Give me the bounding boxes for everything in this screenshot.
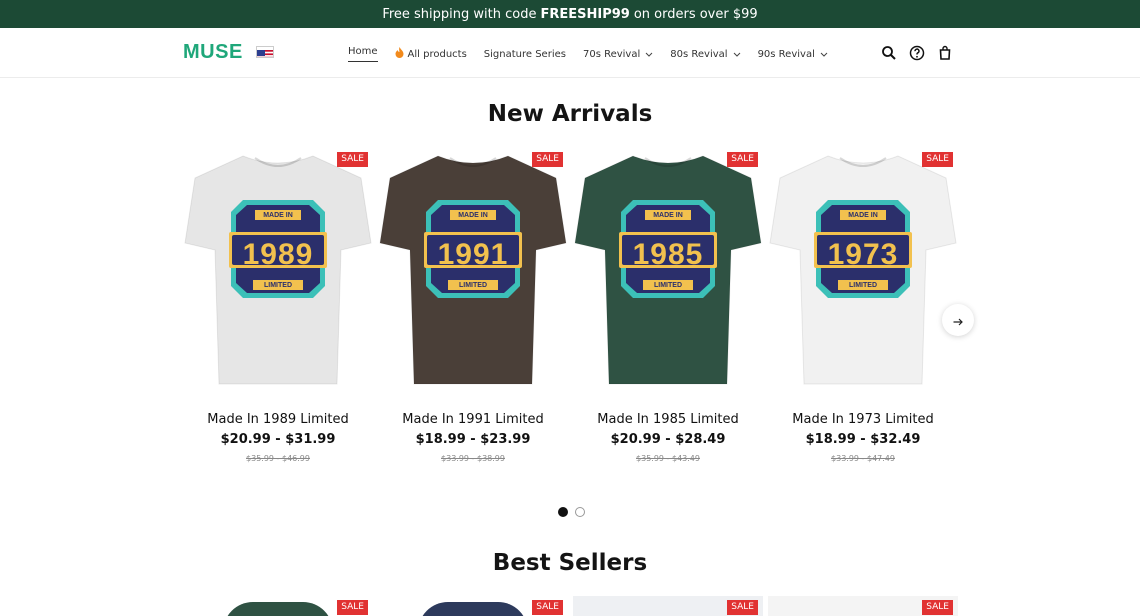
nav-80s-revival[interactable]: 80s Revival xyxy=(670,46,740,62)
announcement-bar: Free shipping with code FREESHIP99 on or… xyxy=(0,0,1140,28)
nav-home-label: Home xyxy=(348,46,378,57)
product-name[interactable]: Made In 1985 Limited xyxy=(573,412,763,427)
sale-badge: SALE xyxy=(727,152,758,167)
product-name[interactable]: Made In 1989 Limited xyxy=(183,412,373,427)
nav-90s-revival[interactable]: 90s Revival xyxy=(758,46,828,62)
product-compare-price: $33.99 - $47.49 xyxy=(831,454,895,463)
nav-all-products[interactable]: All products xyxy=(395,46,467,62)
nav-signature-series-label: Signature Series xyxy=(483,48,566,60)
product-price: $20.99 - $31.99 xyxy=(220,432,336,447)
sale-badge: SALE xyxy=(922,600,953,615)
chevron-down-icon xyxy=(645,49,653,60)
product-compare-price: $35.99 - $46.99 xyxy=(246,454,310,463)
product-image[interactable]: 1991 MADE IN LIMITED xyxy=(378,148,568,396)
search-icon[interactable] xyxy=(881,45,897,61)
nav-70s-revival-label: 70s Revival xyxy=(582,48,641,60)
new-arrivals-title: New Arrivals xyxy=(487,101,653,127)
cart-icon[interactable] xyxy=(937,45,953,61)
best-seller-card[interactable]: SALE xyxy=(768,596,958,616)
emblem-made-in: MADE IN xyxy=(848,212,878,219)
nav-all-products-label: All products xyxy=(407,48,467,60)
carousel-dot-1[interactable] xyxy=(558,507,568,517)
tshirt-image xyxy=(418,602,528,616)
product-image[interactable]: 1985 MADE IN LIMITED xyxy=(573,148,763,396)
header-icons xyxy=(881,45,965,61)
product-compare-price: $35.99 - $43.49 xyxy=(636,454,700,463)
emblem-year: 1989 xyxy=(242,238,314,271)
sale-badge: SALE xyxy=(727,600,758,615)
main-nav: Home All products Signature Series 70s R… xyxy=(348,46,845,62)
site-header: MUSE Home All products Signature Series … xyxy=(0,28,1140,78)
carousel-next-button[interactable] xyxy=(942,304,974,336)
fire-icon xyxy=(395,47,404,61)
emblem-limited: LIMITED xyxy=(264,282,292,289)
best-sellers-title: Best Sellers xyxy=(492,550,648,576)
sale-badge: SALE xyxy=(337,152,368,167)
emblem-made-in: MADE IN xyxy=(653,212,683,219)
product-image[interactable]: 1989 MADE IN LIMITED xyxy=(183,148,373,396)
product-price: $20.99 - $28.49 xyxy=(610,432,726,447)
carousel-dot-2[interactable] xyxy=(575,507,585,517)
product-name[interactable]: Made In 1991 Limited xyxy=(378,412,568,427)
announcement-suffix: on orders over $99 xyxy=(633,6,758,22)
emblem-made-in: MADE IN xyxy=(458,212,488,219)
emblem-year: 1991 xyxy=(437,238,509,271)
product-price: $18.99 - $23.99 xyxy=(415,432,531,447)
tshirt-image xyxy=(184,155,372,385)
product-image[interactable]: 1973 MADE IN LIMITED xyxy=(768,148,958,396)
product-name[interactable]: Made In 1973 Limited xyxy=(768,412,958,427)
product-compare-price: $33.99 - $38.99 xyxy=(441,454,505,463)
announcement-prefix: Free shipping with code xyxy=(382,6,537,22)
best-seller-card[interactable]: SALE xyxy=(183,596,373,616)
nav-80s-revival-label: 80s Revival xyxy=(670,48,728,60)
emblem-limited: LIMITED xyxy=(459,282,487,289)
emblem-limited: LIMITED xyxy=(849,282,877,289)
nav-70s-revival[interactable]: 70s Revival xyxy=(583,46,653,62)
arrow-right-icon xyxy=(953,311,963,330)
emblem-limited: LIMITED xyxy=(654,282,682,289)
promo-code: FREESHIP99 xyxy=(540,6,630,22)
nav-90s-revival-label: 90s Revival xyxy=(757,48,815,60)
emblem-year: 1973 xyxy=(827,238,899,271)
best-seller-card[interactable]: SALE xyxy=(378,596,568,616)
sale-badge: SALE xyxy=(532,600,563,615)
nav-signature-series[interactable]: Signature Series xyxy=(484,46,566,62)
sale-badge: SALE xyxy=(922,152,953,167)
tshirt-image xyxy=(379,155,567,385)
sale-badge: SALE xyxy=(532,152,563,167)
us-flag-icon[interactable] xyxy=(256,46,274,58)
help-icon[interactable] xyxy=(909,45,925,61)
sale-badge: SALE xyxy=(337,600,368,615)
tshirt-image xyxy=(769,155,957,385)
chevron-down-icon xyxy=(820,49,828,60)
product-price: $18.99 - $32.49 xyxy=(805,432,921,447)
tshirt-image xyxy=(574,155,762,385)
nav-home[interactable]: Home xyxy=(348,46,378,62)
tshirt-image xyxy=(223,602,333,616)
emblem-made-in: MADE IN xyxy=(263,212,293,219)
logo[interactable]: MUSE xyxy=(183,41,243,64)
chevron-down-icon xyxy=(733,49,741,60)
best-seller-card[interactable]: SALE xyxy=(573,596,763,616)
emblem-year: 1985 xyxy=(632,238,704,271)
